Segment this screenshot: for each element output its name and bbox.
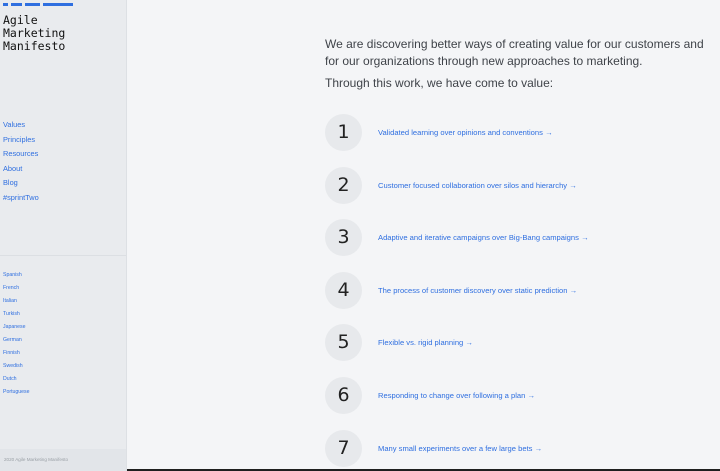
value-link-text: Validated learning over opinions and con… <box>378 128 543 137</box>
value-item: 1 Validated learning over opinions and c… <box>325 114 705 152</box>
nav-link-principles[interactable]: Principles <box>3 134 39 149</box>
value-link-text: Customer focused collaboration over silo… <box>378 180 568 190</box>
value-number: 4 <box>325 271 362 309</box>
value-item: 3 Adaptive and iterative campaigns over … <box>325 219 705 257</box>
language-link-swedish[interactable]: Swedish <box>3 362 30 375</box>
arrow-right-icon: → <box>545 128 553 137</box>
value-link[interactable]: Adaptive and iterative campaigns over Bi… <box>378 232 589 243</box>
value-link[interactable]: Customer focused collaboration over silo… <box>378 180 577 191</box>
nav-link-blog[interactable]: Blog <box>3 177 39 192</box>
value-link-text: Flexible vs. rigid planning <box>378 338 464 347</box>
sidebar: Agile Marketing Manifesto Values Princip… <box>0 0 127 471</box>
nav-link-sprinttwo[interactable]: #sprintTwo <box>3 192 39 207</box>
nav-link-about[interactable]: About <box>3 163 39 178</box>
language-link-italian[interactable]: Italian <box>3 297 30 310</box>
language-link-finnish[interactable]: Finnish <box>3 349 30 362</box>
value-link[interactable]: Responding to change over following a pl… <box>378 390 535 401</box>
value-link-text: Adaptive and iterative campaigns over Bi… <box>378 233 579 242</box>
value-item: 4 The process of customer discovery over… <box>325 271 705 310</box>
site-logo[interactable]: Agile Marketing Manifesto <box>3 14 65 53</box>
main-nav: Values Principles Resources About Blog #… <box>3 119 39 207</box>
arrow-right-icon: → <box>569 285 578 295</box>
value-number: 7 <box>325 430 362 467</box>
language-list: Spanish French Italian Turkish Japanese … <box>3 271 30 401</box>
language-link-japanese[interactable]: Japanese <box>3 323 30 336</box>
language-link-french[interactable]: French <box>3 284 30 297</box>
language-link-dutch[interactable]: Dutch <box>3 375 30 388</box>
value-link-text: Many small experiments over a few large … <box>378 444 533 453</box>
value-number: 5 <box>325 324 362 361</box>
arrow-right-icon: → <box>581 233 589 242</box>
language-link-spanish[interactable]: Spanish <box>3 271 30 284</box>
value-link-text: Responding to change over following a pl… <box>378 390 526 400</box>
value-item: 7 Many small experiments over a few larg… <box>325 430 705 468</box>
value-link[interactable]: Many small experiments over a few large … <box>378 443 542 454</box>
copyright-text: 2020 Agile Marketing Manifesto <box>4 457 69 462</box>
value-link[interactable]: Flexible vs. rigid planning → <box>378 337 473 348</box>
language-link-turkish[interactable]: Turkish <box>3 310 30 323</box>
arrow-right-icon: → <box>527 390 536 400</box>
logo-line: Manifesto <box>3 39 66 53</box>
nav-link-values[interactable]: Values <box>3 119 39 134</box>
intro-text: We are discovering better ways of creati… <box>325 37 704 68</box>
nav-link-resources[interactable]: Resources <box>3 148 39 163</box>
intro-subtext: Through this work, we have come to value… <box>325 76 554 90</box>
language-link-german[interactable]: German <box>3 336 30 349</box>
language-link-portuguese[interactable]: Portuguese <box>3 388 30 401</box>
value-number: 1 <box>325 114 362 151</box>
value-item: 5 Flexible vs. rigid planning → <box>325 324 705 362</box>
arrow-right-icon: → <box>465 338 473 347</box>
arrow-right-icon: → <box>569 180 577 190</box>
value-item: 2 Customer focused collaboration over si… <box>325 166 705 205</box>
value-item: 6 Responding to change over following a … <box>325 376 705 415</box>
value-number: 3 <box>325 219 362 256</box>
value-number: 6 <box>325 376 362 414</box>
value-number: 2 <box>325 166 362 204</box>
value-link[interactable]: The process of customer discovery over s… <box>378 285 577 296</box>
value-link[interactable]: Validated learning over opinions and con… <box>378 127 553 138</box>
arrow-right-icon: → <box>534 444 543 453</box>
sidebar-divider <box>0 255 126 256</box>
logo-mark <box>3 3 73 6</box>
value-link-text: The process of customer discovery over s… <box>378 285 568 295</box>
